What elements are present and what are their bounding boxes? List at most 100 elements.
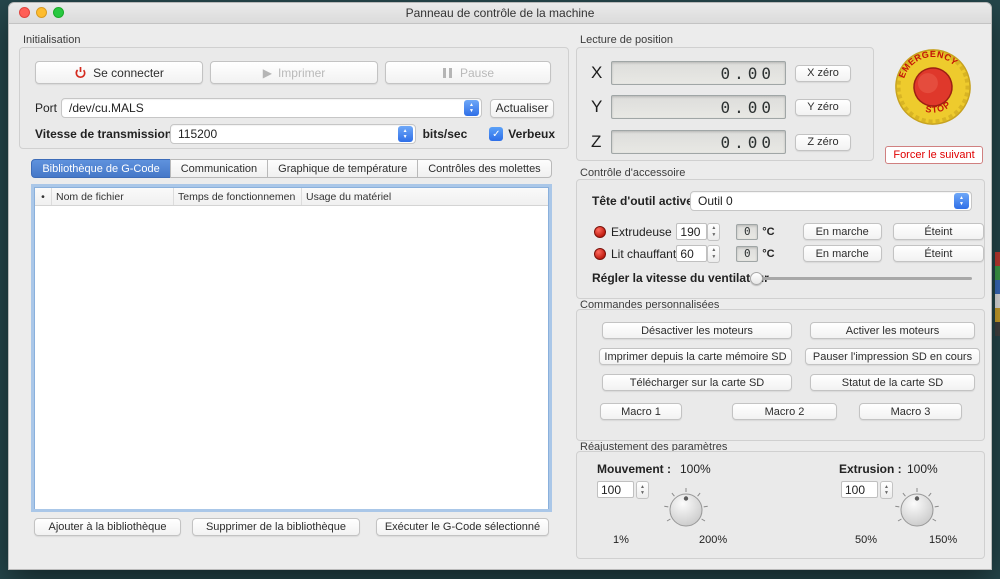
bed-unit-label: °C: [762, 248, 774, 260]
slider-thumb[interactable]: [750, 272, 763, 285]
motors-off-button[interactable]: Désactiver les moteurs: [602, 322, 792, 339]
slider-track[interactable]: [750, 277, 972, 280]
movement-max-label: 200%: [699, 534, 727, 546]
power-icon: [74, 66, 87, 79]
force-next-button[interactable]: Forcer le suivant: [885, 146, 983, 164]
bed-temp-display: 0: [736, 246, 758, 262]
tab-jog-controls[interactable]: Contrôles des molettes: [417, 159, 552, 178]
z-position-display: 0.00: [611, 130, 786, 154]
accessory-group: Tête d'outil active Outil 0 ▲▼ Extrudeus…: [576, 179, 985, 299]
axis-y-label: Y: [591, 97, 611, 117]
extrusion-value-input[interactable]: [841, 481, 878, 498]
baud-select[interactable]: 115200 ▲▼: [170, 124, 416, 144]
table-col-filename[interactable]: Nom de fichier: [52, 188, 174, 205]
extruder-off-button[interactable]: Éteint: [893, 223, 984, 240]
extruder-label: Extrudeuse: [611, 225, 676, 239]
macro-1-button[interactable]: Macro 1: [600, 403, 682, 420]
toolhead-select[interactable]: Outil 0 ▲▼: [690, 191, 972, 211]
x-position-display: 0.00: [611, 61, 786, 85]
extruder-target-stepper[interactable]: ▲▼: [707, 223, 720, 241]
bed-off-button[interactable]: Éteint: [893, 245, 984, 262]
tab-temperature-graph[interactable]: Graphique de température: [267, 159, 418, 178]
sd-upload-button[interactable]: Télécharger sur la carte SD: [602, 374, 792, 391]
z-zero-button[interactable]: Z zéro: [795, 134, 851, 151]
table-col-marker[interactable]: •: [35, 188, 52, 205]
pause-button[interactable]: Pause: [385, 61, 551, 84]
combo-arrows-icon: ▲▼: [464, 100, 479, 116]
extruder-on-button[interactable]: En marche: [803, 223, 882, 240]
minimize-window-icon[interactable]: [36, 7, 47, 18]
close-window-icon[interactable]: [19, 7, 30, 18]
position-group: X 0.00 X zéro Y 0.00 Y zéro Z 0.00 Z zér…: [576, 47, 874, 161]
port-value: /dev/cu.MALS: [69, 101, 144, 115]
refresh-ports-button[interactable]: Actualiser: [490, 99, 554, 118]
connect-label: Se connecter: [93, 66, 164, 80]
bed-heater-led: [594, 248, 606, 260]
motors-on-button[interactable]: Activer les moteurs: [810, 322, 975, 339]
bed-on-button[interactable]: En marche: [803, 245, 882, 262]
extrusion-min-label: 50%: [855, 534, 877, 546]
table-body-empty[interactable]: [35, 206, 548, 509]
axis-z-label: Z: [591, 132, 611, 152]
baud-unit-label: bits/sec: [423, 127, 468, 141]
extrusion-stepper[interactable]: ▲▼: [880, 481, 893, 499]
macro-2-button[interactable]: Macro 2: [732, 403, 837, 420]
extruder-temp-display: 0: [736, 224, 758, 240]
play-icon: ▶: [263, 66, 272, 80]
combo-arrows-icon: ▲▼: [954, 193, 969, 209]
extruder-unit-label: °C: [762, 226, 774, 238]
bed-target-stepper[interactable]: ▲▼: [707, 245, 720, 263]
connect-button[interactable]: Se connecter: [35, 61, 203, 84]
pause-icon: [442, 68, 454, 78]
window-title: Panneau de contrôle de la machine: [406, 6, 595, 20]
check-icon: ✓: [492, 129, 500, 140]
y-position-display: 0.00: [611, 95, 786, 119]
movement-value-input[interactable]: [597, 481, 634, 498]
pause-label: Pause: [460, 66, 494, 80]
sd-pause-button[interactable]: Pauser l'impression SD en cours: [805, 348, 980, 365]
title-bar[interactable]: Panneau de contrôle de la machine: [9, 3, 991, 24]
movement-knob[interactable]: [662, 484, 710, 532]
init-group-label: Initialisation: [23, 34, 80, 46]
zoom-window-icon[interactable]: [53, 7, 64, 18]
bed-label: Lit chauffant: [611, 247, 676, 261]
y-zero-button[interactable]: Y zéro: [795, 99, 851, 116]
extrusion-label: Extrusion :: [839, 462, 902, 476]
init-group: Se connecter ▶ Imprimer Pause Port /dev/…: [19, 47, 569, 149]
verbose-checkbox[interactable]: ✓: [489, 127, 503, 141]
library-run-button[interactable]: Exécuter le G-Code sélectionné: [376, 518, 549, 536]
movement-stepper[interactable]: ▲▼: [636, 481, 649, 499]
sd-status-button[interactable]: Statut de la carte SD: [810, 374, 975, 391]
verbose-label: Verbeux: [508, 127, 555, 141]
x-zero-button[interactable]: X zéro: [795, 65, 851, 82]
fan-speed-label: Régler la vitesse du ventilateur: [592, 271, 750, 285]
table-col-material[interactable]: Usage du matériel: [302, 188, 548, 205]
table-col-runtime[interactable]: Temps de fonctionnemen: [174, 188, 302, 205]
baud-value: 115200: [178, 127, 217, 141]
print-label: Imprimer: [278, 66, 325, 80]
library-add-button[interactable]: Ajouter à la bibliothèque: [34, 518, 181, 536]
table-header: • Nom de fichier Temps de fonctionnemen …: [35, 188, 548, 206]
toolhead-value: Outil 0: [698, 194, 733, 208]
background-window-sliver: [995, 252, 1000, 336]
toolhead-label: Tête d'outil active: [592, 194, 690, 208]
extruder-target-input[interactable]: [676, 223, 707, 240]
macro-3-button[interactable]: Macro 3: [859, 403, 962, 420]
port-select[interactable]: /dev/cu.MALS ▲▼: [61, 98, 482, 118]
extrusion-knob[interactable]: [893, 484, 941, 532]
sd-print-button[interactable]: Imprimer depuis la carte mémoire SD: [599, 348, 792, 365]
position-group-label: Lecture de position: [580, 34, 673, 46]
bed-target-input[interactable]: [676, 245, 707, 262]
gcode-library-table: • Nom de fichier Temps de fonctionnemen …: [34, 187, 549, 509]
movement-label: Mouvement :: [597, 462, 671, 476]
movement-percent-label: 100%: [680, 462, 711, 476]
extrusion-percent-label: 100%: [907, 462, 938, 476]
library-remove-button[interactable]: Supprimer de la bibliothèque: [192, 518, 360, 536]
emergency-stop-button[interactable]: EMERGENCY STOP: [885, 39, 982, 136]
print-button[interactable]: ▶ Imprimer: [210, 61, 378, 84]
fan-speed-slider[interactable]: [750, 272, 972, 285]
tab-gcode-library[interactable]: Bibliothèque de G-Code: [31, 159, 170, 178]
accessory-group-label: Contrôle d'accessoire: [580, 167, 685, 179]
tab-communication[interactable]: Communication: [170, 159, 268, 178]
custom-group: Désactiver les moteurs Activer les moteu…: [576, 309, 985, 441]
